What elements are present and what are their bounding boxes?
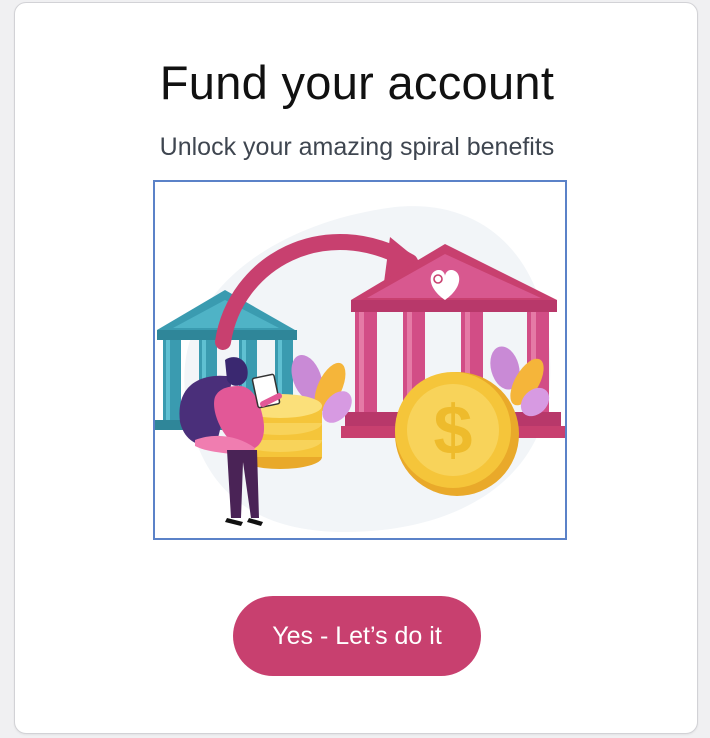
- fund-account-card: Fund your account Unlock your amazing sp…: [14, 2, 698, 734]
- page-title: Fund your account: [159, 56, 555, 109]
- confirm-fund-button[interactable]: Yes - Let’s do it: [233, 596, 481, 676]
- dollar-coin-icon: $: [395, 372, 519, 496]
- fund-transfer-illustration: $: [153, 180, 567, 540]
- svg-text:$: $: [434, 391, 473, 469]
- page-subtitle: Unlock your amazing spiral benefits: [159, 133, 555, 161]
